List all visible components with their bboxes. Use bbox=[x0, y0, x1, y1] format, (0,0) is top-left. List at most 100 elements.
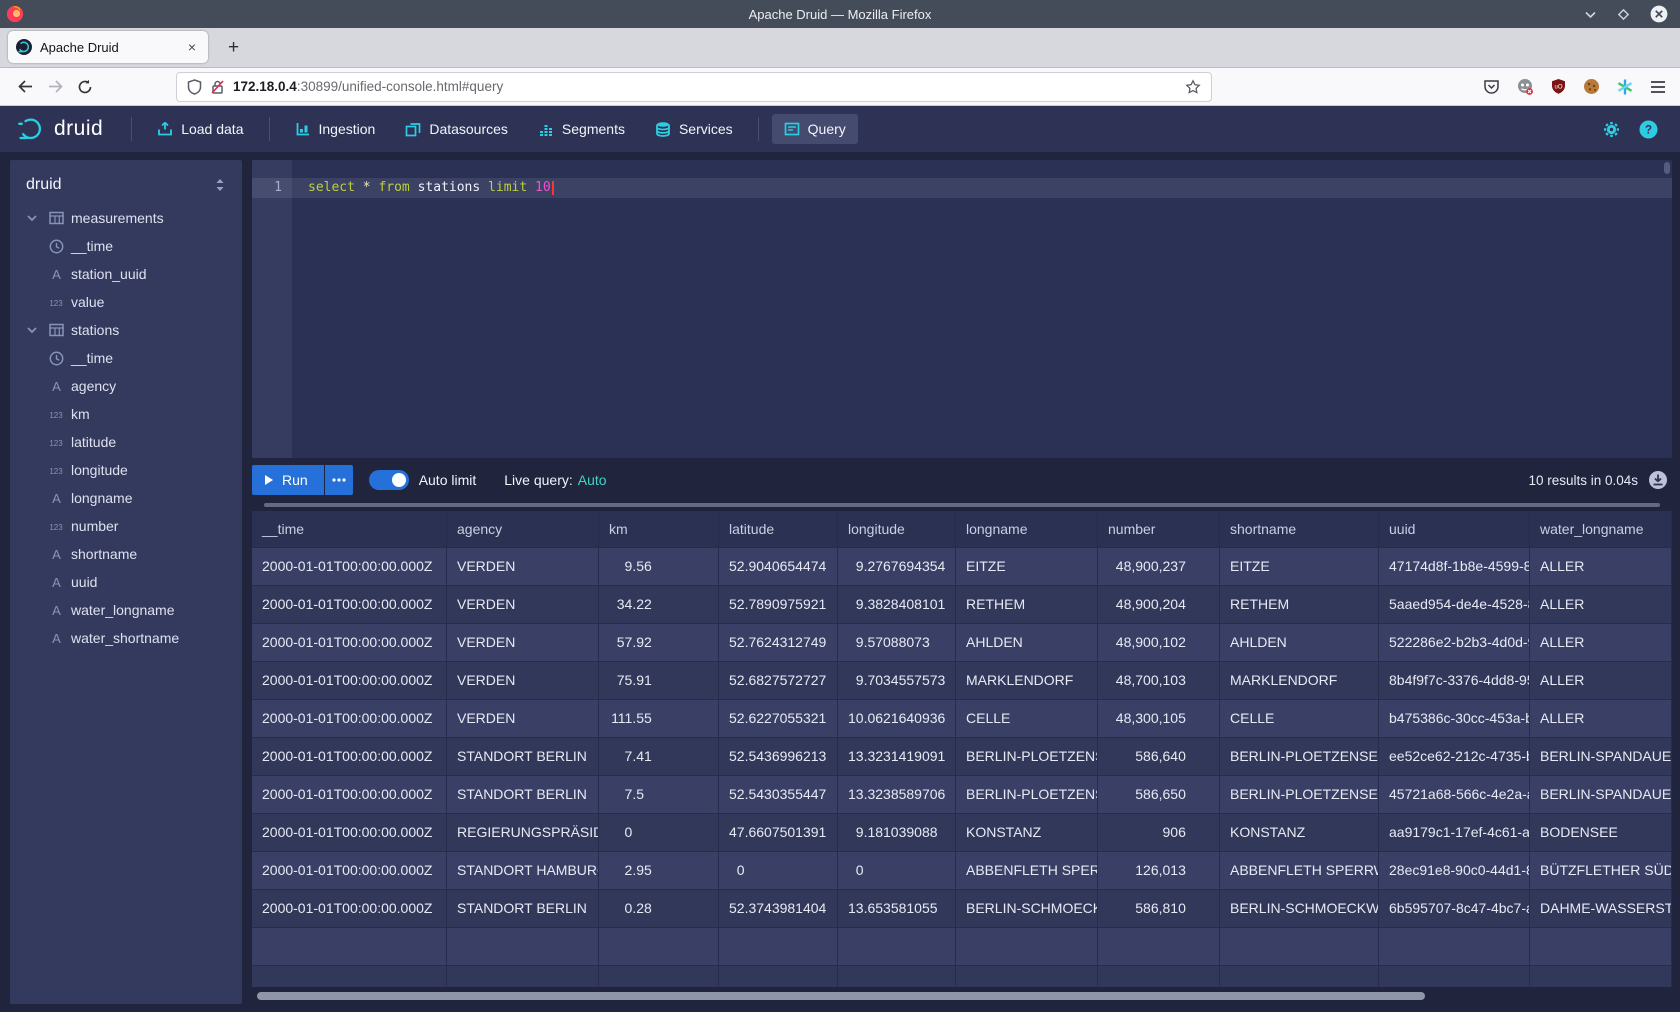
window-minimize-chevron-icon[interactable] bbox=[1584, 8, 1597, 21]
cell-water_longname[interactable]: ALLER bbox=[1530, 548, 1672, 585]
cell-longname[interactable]: BERLIN-PLOETZENSEE U bbox=[956, 776, 1098, 813]
cookie-extension-icon[interactable] bbox=[1583, 78, 1600, 95]
cell-__time[interactable]: 2000-01-01T00:00:00.000Z bbox=[252, 890, 447, 927]
download-icon[interactable] bbox=[1648, 470, 1668, 490]
cell-shortname[interactable]: MARKLENDORF bbox=[1220, 662, 1379, 699]
forward-button[interactable] bbox=[40, 73, 70, 101]
cell-latitude[interactable]: 52.6827572727 bbox=[719, 662, 838, 699]
cell-__time[interactable]: 2000-01-01T00:00:00.000Z bbox=[252, 700, 447, 737]
cell-longitude[interactable]: 9.2767694354 bbox=[838, 548, 956, 585]
cell-number[interactable]: 48,900,237 bbox=[1098, 548, 1220, 585]
sidebar-column-shortname[interactable]: Ashortname bbox=[10, 540, 242, 568]
druid-wordmark[interactable]: druid bbox=[54, 117, 103, 141]
window-restore-icon[interactable] bbox=[1617, 8, 1630, 21]
cell-longitude[interactable]: 13.3238589706 bbox=[838, 776, 956, 813]
cell-longname[interactable]: BERLIN-PLOETZENSEE C bbox=[956, 738, 1098, 775]
cell-latitude[interactable]: 52.3743981404 bbox=[719, 890, 838, 927]
insecure-lock-icon[interactable] bbox=[210, 79, 225, 95]
sql-editor[interactable]: 1 select * from stations limit 10 bbox=[252, 160, 1672, 458]
bookmark-star-icon[interactable] bbox=[1185, 79, 1201, 95]
cell-latitude[interactable]: 47.6607501391 bbox=[719, 814, 838, 851]
cell-water_longname[interactable]: BERLIN-SPANDAUER-S bbox=[1530, 738, 1672, 775]
cell-km[interactable]: 111.55 bbox=[599, 700, 719, 737]
cell-uuid[interactable]: 47174d8f-1b8e-4599-8a bbox=[1379, 548, 1530, 585]
sidebar-column-water_shortname[interactable]: Awater_shortname bbox=[10, 624, 242, 652]
help-icon[interactable]: ? bbox=[1639, 120, 1658, 139]
cell-km[interactable]: 34.22 bbox=[599, 586, 719, 623]
cell-longitude[interactable]: 9.57088073 bbox=[838, 624, 956, 661]
back-button[interactable] bbox=[10, 73, 40, 101]
sidebar-column-uuid[interactable]: Auuid bbox=[10, 568, 242, 596]
cell-shortname[interactable]: AHLDEN bbox=[1220, 624, 1379, 661]
horizontal-scrollbar-thumb[interactable] bbox=[257, 992, 1425, 1000]
cell-__time[interactable]: 2000-01-01T00:00:00.000Z bbox=[252, 852, 447, 889]
cell-shortname[interactable]: BERLIN-SCHMOECKWITZ bbox=[1220, 890, 1379, 927]
cell-agency[interactable]: VERDEN bbox=[447, 624, 599, 661]
column-header-latitude[interactable]: latitude bbox=[719, 511, 838, 547]
cell-water_longname[interactable]: ALLER bbox=[1530, 586, 1672, 623]
column-header-water_longname[interactable]: water_longname bbox=[1530, 511, 1672, 547]
cell-__time[interactable]: 2000-01-01T00:00:00.000Z bbox=[252, 776, 447, 813]
sidebar-column-latitude[interactable]: 123latitude bbox=[10, 428, 242, 456]
cell-km[interactable]: 9.56 bbox=[599, 548, 719, 585]
cell-latitude[interactable]: 52.6227055321 bbox=[719, 700, 838, 737]
nav-item-load-data[interactable]: Load data bbox=[145, 114, 255, 144]
cell-agency[interactable]: REGIERUNGSPRÄSIDIUM bbox=[447, 814, 599, 851]
cell-latitude[interactable]: 52.7890975921 bbox=[719, 586, 838, 623]
sidebar-column-value[interactable]: 123value bbox=[10, 288, 242, 316]
cell-number[interactable]: 906 bbox=[1098, 814, 1220, 851]
cell-agency[interactable]: VERDEN bbox=[447, 586, 599, 623]
tracking-shield-icon[interactable] bbox=[187, 79, 202, 95]
cell-shortname[interactable]: CELLE bbox=[1220, 700, 1379, 737]
cell-km[interactable]: 0 bbox=[599, 814, 719, 851]
cell-number[interactable]: 48,700,103 bbox=[1098, 662, 1220, 699]
sidebar-column-longitude[interactable]: 123longitude bbox=[10, 456, 242, 484]
sidebar-table-stations[interactable]: stations bbox=[10, 316, 242, 344]
menu-hamburger-icon[interactable] bbox=[1650, 80, 1666, 94]
auto-limit-toggle[interactable] bbox=[369, 470, 409, 490]
cell-shortname[interactable]: EITZE bbox=[1220, 548, 1379, 585]
sort-double-caret-icon[interactable] bbox=[214, 178, 226, 192]
cell-latitude[interactable]: 52.7624312749 bbox=[719, 624, 838, 661]
column-header-longname[interactable]: longname bbox=[956, 511, 1098, 547]
cell-water_longname[interactable]: ALLER bbox=[1530, 624, 1672, 661]
cell-longname[interactable]: MARKLENDORF bbox=[956, 662, 1098, 699]
cell-km[interactable]: 2.95 bbox=[599, 852, 719, 889]
cell-longname[interactable]: EITZE bbox=[956, 548, 1098, 585]
cell-shortname[interactable]: BERLIN-PLOETZENSEE C bbox=[1220, 738, 1379, 775]
cell-uuid[interactable]: 6b595707-8c47-4bc7-a8 bbox=[1379, 890, 1530, 927]
cell-uuid[interactable]: aa9179c1-17ef-4c61-a48 bbox=[1379, 814, 1530, 851]
cell-number[interactable]: 586,810 bbox=[1098, 890, 1220, 927]
cell-longitude[interactable]: 0 bbox=[838, 852, 956, 889]
live-query-value[interactable]: Auto bbox=[578, 472, 607, 488]
cell-uuid[interactable]: b475386c-30cc-453a-b3 bbox=[1379, 700, 1530, 737]
column-header-shortname[interactable]: shortname bbox=[1220, 511, 1379, 547]
cell-agency[interactable]: STANDORT HAMBURG bbox=[447, 852, 599, 889]
settings-gear-icon[interactable] bbox=[1602, 120, 1621, 139]
cell-latitude[interactable]: 52.5430355447 bbox=[719, 776, 838, 813]
extension-mask-icon[interactable] bbox=[1516, 78, 1534, 96]
pane-splitter[interactable] bbox=[264, 503, 1660, 507]
cell-longitude[interactable]: 9.3828408101 bbox=[838, 586, 956, 623]
cell-water_longname[interactable]: ALLER bbox=[1530, 662, 1672, 699]
cell-longitude[interactable]: 9.7034557573 bbox=[838, 662, 956, 699]
url-bar[interactable]: 172.18.0.4:30899/unified-console.html#qu… bbox=[176, 72, 1212, 102]
cell-__time[interactable]: 2000-01-01T00:00:00.000Z bbox=[252, 814, 447, 851]
cell-water_longname[interactable]: BODENSEE bbox=[1530, 814, 1672, 851]
new-tab-button[interactable]: + bbox=[222, 36, 245, 59]
nav-item-query[interactable]: Query bbox=[772, 114, 858, 144]
nav-item-segments[interactable]: Segments bbox=[526, 114, 637, 144]
cell-km[interactable]: 7.41 bbox=[599, 738, 719, 775]
cell-shortname[interactable]: ABBENFLETH SPERRWER bbox=[1220, 852, 1379, 889]
cell-__time[interactable]: 2000-01-01T00:00:00.000Z bbox=[252, 662, 447, 699]
cell-number[interactable]: 126,013 bbox=[1098, 852, 1220, 889]
cell-__time[interactable]: 2000-01-01T00:00:00.000Z bbox=[252, 738, 447, 775]
sidebar-column-station_uuid[interactable]: Astation_uuid bbox=[10, 260, 242, 288]
cell-longitude[interactable]: 13.653581055 bbox=[838, 890, 956, 927]
tab-close-icon[interactable]: × bbox=[184, 39, 200, 55]
sidebar-column-km[interactable]: 123km bbox=[10, 400, 242, 428]
cell-agency[interactable]: STANDORT BERLIN bbox=[447, 776, 599, 813]
column-header-uuid[interactable]: uuid bbox=[1379, 511, 1530, 547]
cell-km[interactable]: 75.91 bbox=[599, 662, 719, 699]
cell-agency[interactable]: STANDORT BERLIN bbox=[447, 890, 599, 927]
